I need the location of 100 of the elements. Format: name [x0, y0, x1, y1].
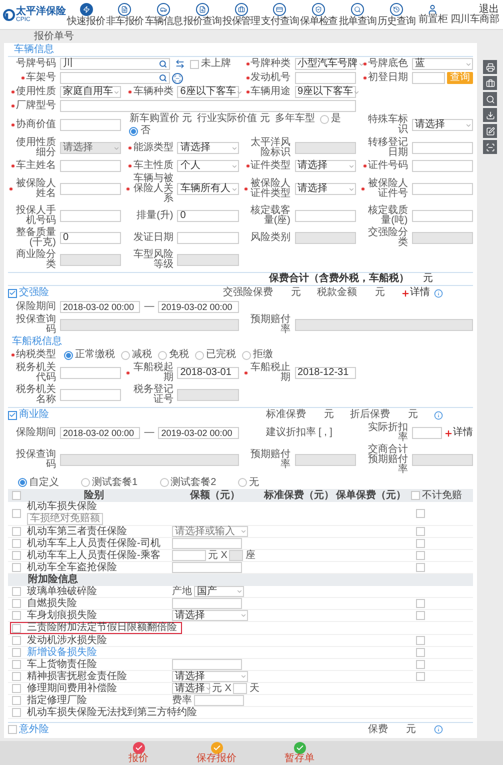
- input-field[interactable]: 0: [60, 232, 122, 244]
- select-field[interactable]: 6座以下客车: [177, 86, 238, 98]
- nav-item[interactable]: 报价查询: [183, 2, 222, 26]
- checkbox[interactable]: [416, 539, 425, 548]
- scan-icon[interactable]: [483, 140, 497, 154]
- input-field[interactable]: [60, 119, 122, 131]
- select-field[interactable]: 个人: [177, 160, 238, 172]
- briefcase-icon[interactable]: [483, 76, 497, 90]
- input-field[interactable]: [412, 210, 473, 222]
- user-button[interactable]: 前置柜: [417, 4, 448, 25]
- checkbox[interactable]: [12, 636, 21, 645]
- checkbox[interactable]: [12, 648, 21, 657]
- checkbox[interactable]: [8, 288, 17, 298]
- input-field[interactable]: [172, 538, 242, 549]
- input-field[interactable]: [60, 72, 170, 84]
- edit-icon[interactable]: [483, 124, 497, 138]
- checkbox[interactable]: [12, 599, 21, 608]
- search-icon[interactable]: [159, 60, 167, 68]
- input-field[interactable]: [194, 695, 244, 706]
- radio-button[interactable]: [81, 478, 90, 487]
- radio-button[interactable]: [158, 350, 167, 360]
- swap-icon[interactable]: [175, 59, 185, 69]
- input-field[interactable]: [412, 183, 473, 195]
- checkbox[interactable]: [12, 684, 21, 693]
- input-field[interactable]: [172, 659, 242, 670]
- checkbox[interactable]: [12, 509, 21, 518]
- input-field[interactable]: [60, 319, 238, 331]
- deductible-button[interactable]: 车损绝对免赔额: [27, 513, 103, 525]
- radio-button[interactable]: [242, 350, 251, 360]
- checkbox[interactable]: [12, 672, 21, 681]
- select-field[interactable]: 9座以下客车: [294, 86, 356, 98]
- checkbox[interactable]: [12, 527, 21, 536]
- logout-link[interactable]: 退出: [479, 4, 499, 14]
- radio-button[interactable]: [129, 126, 138, 136]
- checkbox[interactable]: [12, 587, 21, 596]
- nav-item[interactable]: 支付查询: [260, 2, 299, 26]
- checkbox[interactable]: [416, 611, 425, 620]
- input-field[interactable]: [412, 232, 473, 244]
- nav-item[interactable]: 车辆信息: [144, 2, 183, 26]
- checkbox[interactable]: [416, 636, 425, 645]
- select-field[interactable]: 请选择: [177, 142, 238, 154]
- checkbox[interactable]: [416, 527, 425, 536]
- input-field[interactable]: [294, 232, 356, 244]
- nav-item[interactable]: 批单查询: [338, 2, 377, 26]
- plus-icon[interactable]: [444, 428, 453, 438]
- input-field[interactable]: [177, 254, 238, 266]
- select-field[interactable]: 国产: [194, 586, 244, 597]
- checkbox[interactable]: [416, 551, 425, 560]
- select-field[interactable]: 请选择或输入: [172, 526, 248, 537]
- date-field[interactable]: 2019-03-02 00:00: [158, 301, 238, 313]
- detail-link[interactable]: 详情: [453, 428, 473, 438]
- input-field[interactable]: [294, 454, 356, 466]
- checkbox[interactable]: [12, 563, 21, 572]
- input-field[interactable]: [172, 550, 206, 561]
- checkbox[interactable]: [416, 672, 425, 681]
- checkbox[interactable]: [12, 660, 21, 669]
- print-icon[interactable]: [483, 60, 497, 74]
- input-field[interactable]: [60, 367, 122, 379]
- section-title[interactable]: 交强险: [19, 288, 49, 298]
- checkbox[interactable]: [12, 696, 21, 705]
- nav-item[interactable]: 保单检查: [300, 2, 338, 26]
- select-field[interactable]: 蓝: [412, 58, 473, 70]
- input-field[interactable]: [412, 72, 445, 84]
- select-field[interactable]: 请选择: [172, 683, 210, 694]
- input-field[interactable]: [294, 319, 473, 331]
- checkbox[interactable]: [416, 509, 425, 518]
- section-title[interactable]: 意外险: [19, 724, 49, 734]
- input-field[interactable]: [412, 142, 473, 154]
- radio-button[interactable]: [121, 350, 130, 360]
- checkbox[interactable]: [416, 599, 425, 608]
- info-icon[interactable]: [434, 725, 443, 734]
- input-field[interactable]: [172, 562, 242, 573]
- radio-button[interactable]: [64, 350, 73, 360]
- input-field[interactable]: [60, 454, 238, 466]
- checkbox[interactable]: [190, 60, 199, 68]
- scan-icon[interactable]: [172, 72, 183, 84]
- info-icon[interactable]: [434, 410, 443, 420]
- nav-item[interactable]: 快速报价: [67, 2, 105, 26]
- input-field[interactable]: [177, 232, 238, 244]
- search-icon[interactable]: [483, 92, 497, 106]
- checkbox[interactable]: [12, 551, 21, 560]
- checkbox[interactable]: [411, 491, 420, 500]
- select-field[interactable]: 请选择: [294, 183, 356, 195]
- input-field[interactable]: [294, 72, 356, 84]
- input-field[interactable]: 0: [177, 210, 238, 222]
- checkbox[interactable]: [12, 539, 21, 548]
- date-field[interactable]: 2019-03-02 00:00: [158, 427, 238, 439]
- checkbox[interactable]: [12, 491, 21, 500]
- select-field[interactable]: 请选择: [294, 160, 356, 172]
- input-field[interactable]: [60, 210, 122, 222]
- checkbox[interactable]: [416, 648, 425, 657]
- select-field[interactable]: 请选择: [412, 119, 473, 131]
- input-field[interactable]: [412, 427, 442, 439]
- input-field[interactable]: 川: [60, 58, 170, 70]
- checkbox[interactable]: [8, 725, 17, 734]
- input-field[interactable]: [294, 210, 356, 222]
- radio-button[interactable]: [18, 478, 27, 487]
- radio-button[interactable]: [160, 478, 169, 487]
- select-field[interactable]: 家庭自用车: [60, 86, 122, 98]
- input-field[interactable]: [60, 100, 356, 112]
